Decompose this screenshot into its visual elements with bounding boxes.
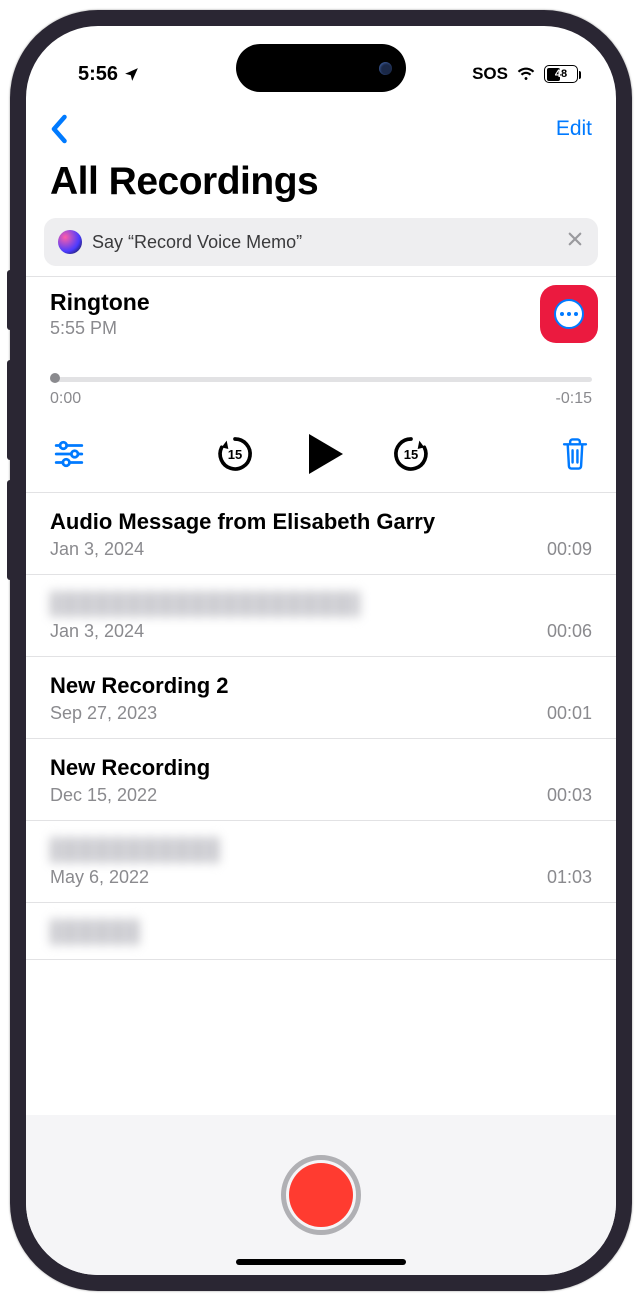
battery-level: 48 <box>545 68 577 80</box>
skip-forward-15-button[interactable]: 15 <box>391 434 431 474</box>
settings-sliders-icon[interactable] <box>52 437 86 471</box>
elapsed-time: 0:00 <box>50 390 81 408</box>
dynamic-island <box>236 44 406 92</box>
item-title: Audio Message from Elisabeth Garry <box>50 509 592 535</box>
scrubber-track <box>50 377 592 382</box>
siri-suggestion[interactable]: Say “Record Voice Memo” <box>44 218 598 266</box>
item-meta: Jan 3, 2024 00:06 <box>50 621 592 642</box>
item-duration: 00:01 <box>547 703 592 724</box>
playback-controls: 15 15 <box>50 434 592 474</box>
scrubber[interactable]: 0:00 -0:15 <box>50 377 592 408</box>
redacted-title <box>50 919 140 945</box>
phone-frame: 5:56 SOS 48 Edit All Recordings Say <box>10 10 632 1291</box>
item-date: Jan 3, 2024 <box>50 621 144 642</box>
status-left: 5:56 <box>78 63 140 86</box>
more-button-highlight <box>540 285 598 343</box>
item-duration: 00:06 <box>547 621 592 642</box>
list-item[interactable]: Jan 3, 2024 00:06 <box>26 575 616 657</box>
item-duration: 00:03 <box>547 785 592 806</box>
edit-button[interactable]: Edit <box>556 117 592 141</box>
battery-icon: 48 <box>544 65 578 83</box>
page-title: All Recordings <box>26 154 616 218</box>
skip-back-15-button[interactable]: 15 <box>215 434 255 474</box>
item-title: New Recording 2 <box>50 673 592 699</box>
item-title: New Recording <box>50 755 592 781</box>
scrubber-thumb[interactable] <box>50 373 60 383</box>
wifi-icon <box>515 65 537 83</box>
remaining-time: -0:15 <box>556 390 592 408</box>
item-meta: Sep 27, 2023 00:01 <box>50 703 592 724</box>
item-meta: Jan 3, 2024 00:09 <box>50 539 592 560</box>
item-duration: 00:09 <box>547 539 592 560</box>
item-date: Jan 3, 2024 <box>50 539 144 560</box>
item-meta: May 6, 2022 01:03 <box>50 867 592 888</box>
record-icon <box>289 1163 353 1227</box>
selected-recording: Ringtone 5:55 PM 0:00 -0:15 <box>26 277 616 493</box>
siri-text: Say “Record Voice Memo” <box>92 232 556 253</box>
bottom-bar <box>26 1115 616 1275</box>
redacted-title <box>50 591 360 617</box>
list-item[interactable] <box>26 903 616 960</box>
item-meta: Dec 15, 2022 00:03 <box>50 785 592 806</box>
play-button[interactable] <box>303 434 343 474</box>
item-date: Sep 27, 2023 <box>50 703 157 724</box>
record-button[interactable] <box>281 1155 361 1235</box>
nav-bar: Edit <box>26 100 616 154</box>
play-icon <box>309 434 343 474</box>
trash-button[interactable] <box>560 437 590 471</box>
home-indicator[interactable] <box>236 1259 406 1265</box>
list-item[interactable]: May 6, 2022 01:03 <box>26 821 616 903</box>
back-button[interactable] <box>50 114 70 144</box>
list-item[interactable]: Audio Message from Elisabeth Garry Jan 3,… <box>26 493 616 575</box>
recordings-list[interactable]: Audio Message from Elisabeth Garry Jan 3,… <box>26 493 616 1115</box>
front-camera <box>379 62 392 75</box>
sos-label: SOS <box>472 64 508 84</box>
list-item[interactable]: New Recording Dec 15, 2022 00:03 <box>26 739 616 821</box>
status-time: 5:56 <box>78 63 118 86</box>
screen: 5:56 SOS 48 Edit All Recordings Say <box>26 26 616 1275</box>
location-icon <box>123 66 140 83</box>
item-date: May 6, 2022 <box>50 867 149 888</box>
close-icon[interactable] <box>566 230 584 254</box>
status-right: SOS 48 <box>472 64 578 84</box>
more-options-button[interactable] <box>554 299 584 329</box>
siri-icon <box>58 230 82 254</box>
redacted-title <box>50 837 220 863</box>
recording-subtitle: 5:55 PM <box>50 318 150 339</box>
list-item[interactable]: New Recording 2 Sep 27, 2023 00:01 <box>26 657 616 739</box>
item-date: Dec 15, 2022 <box>50 785 157 806</box>
item-duration: 01:03 <box>547 867 592 888</box>
recording-title[interactable]: Ringtone <box>50 289 150 316</box>
